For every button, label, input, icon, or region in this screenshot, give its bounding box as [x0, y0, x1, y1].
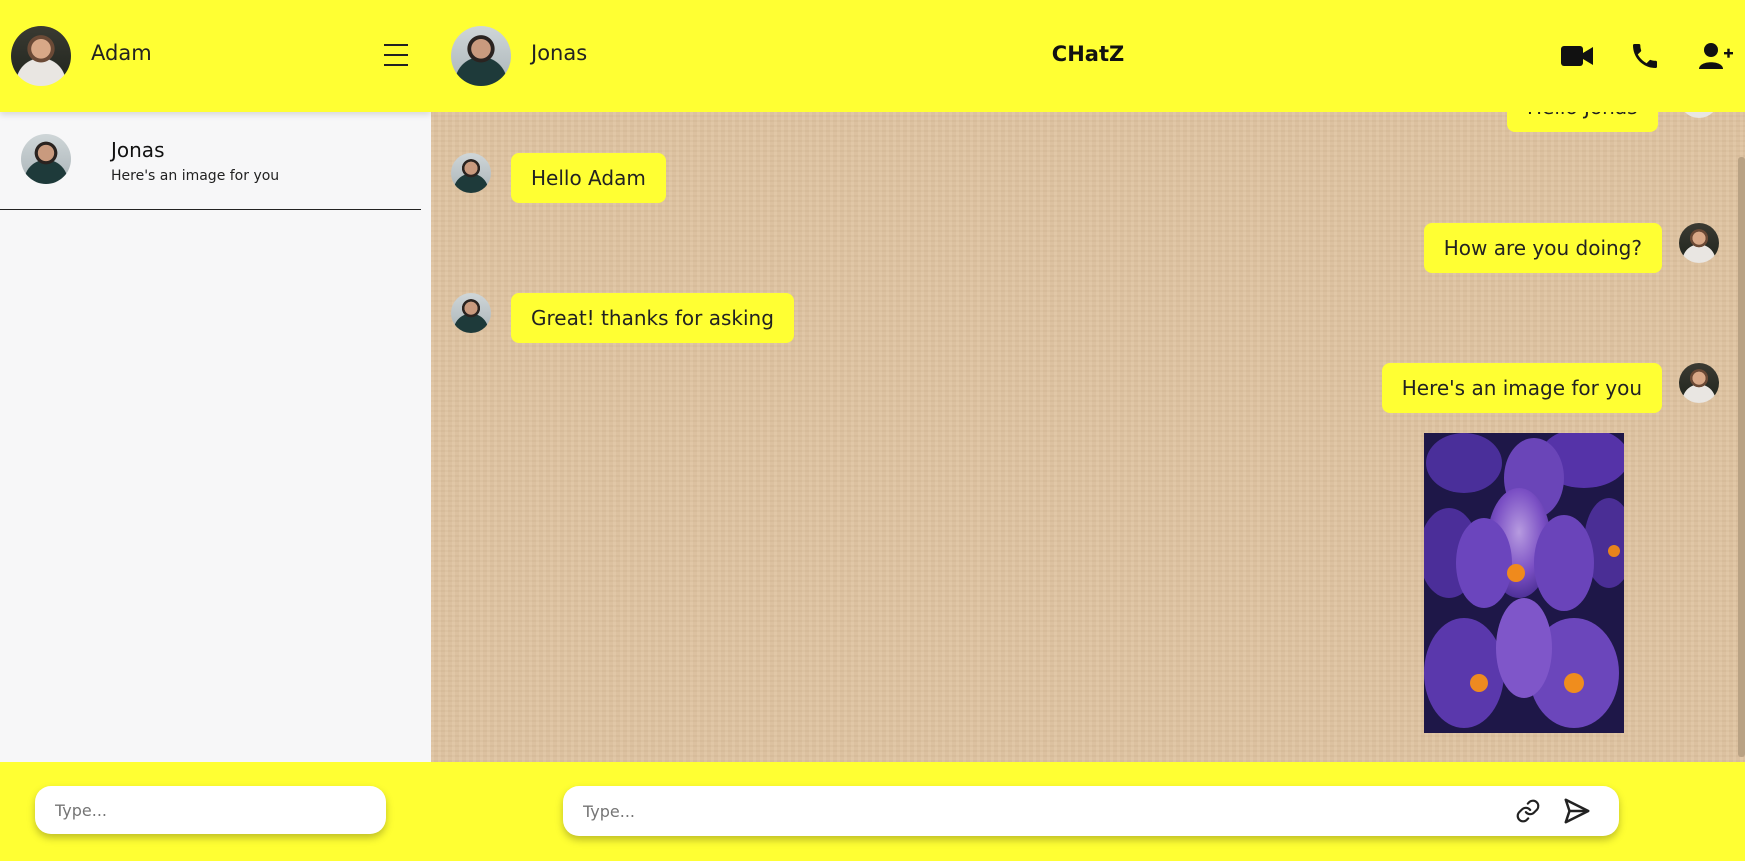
- link-icon[interactable]: [1515, 798, 1541, 824]
- app-title: CHatZ: [1051, 42, 1125, 66]
- send-icon[interactable]: [1562, 796, 1592, 826]
- sidebar: Adam Jonas Here's an image for you: [0, 0, 431, 861]
- chat-header: Jonas CHatZ: [431, 0, 1745, 112]
- sidebar-footer: [0, 762, 431, 861]
- message-avatar-adam: [1679, 363, 1719, 403]
- phone-icon[interactable]: [1629, 40, 1661, 72]
- chat-panel: Jonas CHatZ Hello Jonas Hello Adam How a…: [431, 0, 1745, 861]
- message-bubble-incoming: Great! thanks for asking: [511, 293, 794, 343]
- message-bubble-outgoing: How are you doing?: [1423, 223, 1662, 273]
- hamburger-menu-icon[interactable]: [384, 44, 408, 66]
- message-input[interactable]: [563, 786, 1619, 836]
- scrollbar[interactable]: [1738, 157, 1745, 757]
- contact-item-jonas[interactable]: Jonas Here's an image for you: [0, 112, 421, 210]
- shared-image-purple-flowers[interactable]: [1424, 433, 1624, 733]
- message-bubble-outgoing: Here's an image for you: [1381, 363, 1662, 413]
- user-avatar[interactable]: [11, 26, 71, 86]
- message-avatar-jonas: [451, 153, 491, 193]
- message-bubble-outgoing: Hello Jonas: [1507, 112, 1658, 132]
- message-list[interactable]: Hello Jonas Hello Adam How are you doing…: [431, 112, 1745, 762]
- message-avatar-adam: [1679, 112, 1719, 118]
- contact-avatar: [21, 134, 71, 184]
- sidebar-header: Adam: [0, 0, 431, 112]
- message-avatar-jonas: [451, 293, 491, 333]
- message-avatar-adam: [1679, 223, 1719, 263]
- video-camera-icon[interactable]: [1561, 44, 1593, 68]
- contact-search-input[interactable]: [35, 786, 386, 834]
- add-user-icon[interactable]: [1699, 42, 1733, 70]
- user-name: Adam: [91, 41, 152, 65]
- contact-last-message: Here's an image for you: [111, 168, 280, 184]
- message-bubble-incoming: Hello Adam: [511, 153, 666, 203]
- chat-footer: [431, 762, 1745, 861]
- contact-name: Jonas: [111, 138, 165, 162]
